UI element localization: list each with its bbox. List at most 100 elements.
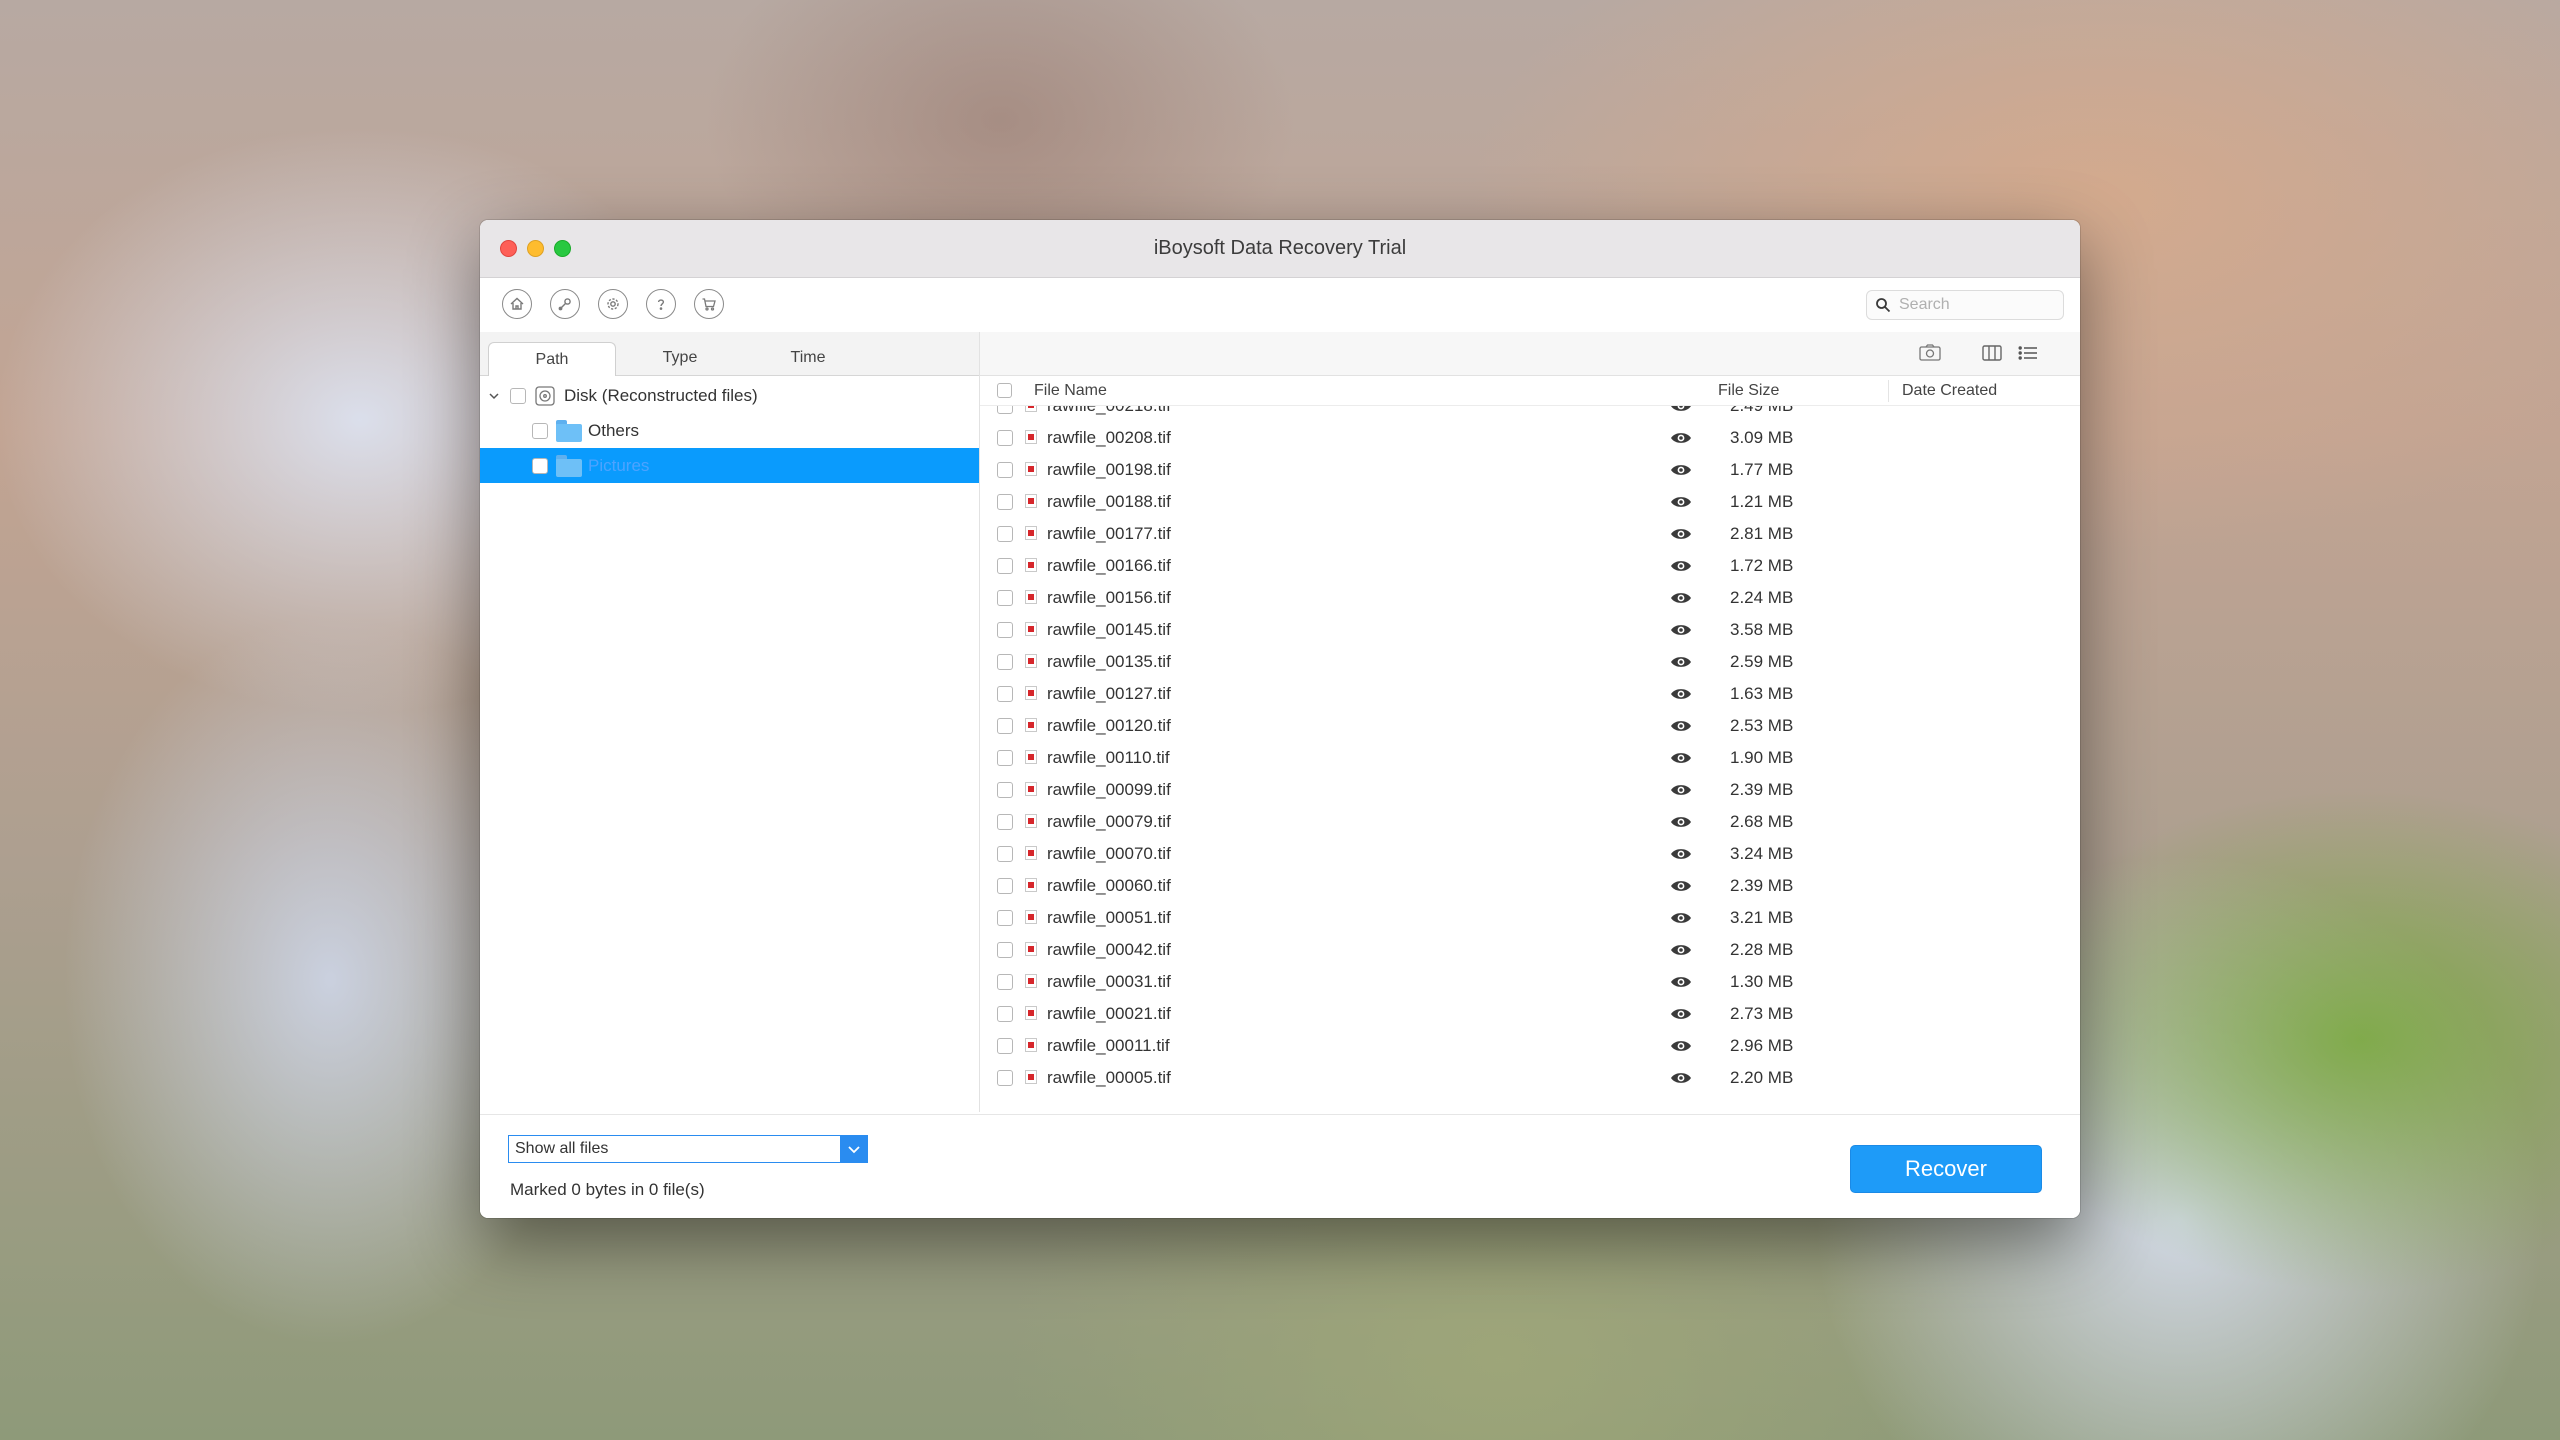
- file-checkbox[interactable]: [997, 910, 1013, 926]
- file-row[interactable]: rawfile_00198.tif 1.77 MB: [980, 454, 2080, 486]
- recover-button[interactable]: Recover: [1850, 1145, 2042, 1193]
- column-header-size[interactable]: File Size: [1718, 382, 1779, 400]
- marked-status: Marked 0 bytes in 0 file(s): [510, 1180, 705, 1199]
- eye-icon[interactable]: [1670, 559, 1692, 573]
- eye-icon[interactable]: [1670, 751, 1692, 765]
- search-input[interactable]: [1899, 296, 2049, 314]
- file-checkbox[interactable]: [997, 686, 1013, 702]
- column-header-name[interactable]: File Name: [1034, 382, 1107, 400]
- file-filter-select[interactable]: Show all files: [508, 1135, 868, 1163]
- file-row[interactable]: rawfile_00127.tif 1.63 MB: [980, 678, 2080, 710]
- file-row[interactable]: rawfile_00099.tif 2.39 MB: [980, 774, 2080, 806]
- file-size: 2.39 MB: [1730, 876, 1794, 895]
- eye-icon[interactable]: [1670, 431, 1692, 445]
- file-checkbox[interactable]: [997, 1038, 1013, 1054]
- file-row[interactable]: rawfile_00120.tif 2.53 MB: [980, 710, 2080, 742]
- file-checkbox[interactable]: [997, 750, 1013, 766]
- file-checkbox[interactable]: [997, 1070, 1013, 1086]
- file-checkbox[interactable]: [997, 558, 1013, 574]
- file-row[interactable]: rawfile_00070.tif 3.24 MB: [980, 838, 2080, 870]
- file-checkbox[interactable]: [997, 814, 1013, 830]
- column-view-icon[interactable]: [1980, 342, 2004, 364]
- file-row[interactable]: rawfile_00021.tif 2.73 MB: [980, 998, 2080, 1030]
- eye-icon[interactable]: [1670, 879, 1692, 893]
- camera-icon[interactable]: [1918, 342, 1942, 364]
- cart-button[interactable]: [694, 289, 724, 319]
- chevron-down-icon[interactable]: [488, 390, 500, 402]
- file-checkbox[interactable]: [997, 494, 1013, 510]
- select-all-checkbox[interactable]: [997, 383, 1012, 398]
- eye-icon[interactable]: [1670, 719, 1692, 733]
- file-checkbox[interactable]: [997, 878, 1013, 894]
- eye-icon[interactable]: [1670, 783, 1692, 797]
- file-row[interactable]: rawfile_00188.tif 1.21 MB: [980, 486, 2080, 518]
- file-row[interactable]: rawfile_00042.tif 2.28 MB: [980, 934, 2080, 966]
- file-row[interactable]: rawfile_00060.tif 2.39 MB: [980, 870, 2080, 902]
- folder-tree: Disk (Reconstructed files) Others Pictur…: [480, 376, 979, 483]
- eye-icon[interactable]: [1670, 495, 1692, 509]
- file-row[interactable]: rawfile_00051.tif 3.21 MB: [980, 902, 2080, 934]
- file-checkbox[interactable]: [997, 622, 1013, 638]
- eye-icon[interactable]: [1670, 1039, 1692, 1053]
- search-box[interactable]: [1866, 290, 2064, 320]
- tree-checkbox-disk[interactable]: [510, 387, 526, 404]
- eye-icon[interactable]: [1670, 815, 1692, 829]
- eye-icon[interactable]: [1670, 943, 1692, 957]
- tree-item-disk[interactable]: Disk (Reconstructed files): [480, 378, 979, 413]
- minimize-window-button[interactable]: [527, 240, 544, 257]
- eye-icon[interactable]: [1670, 527, 1692, 541]
- tree-checkbox-pictures[interactable]: [532, 457, 548, 474]
- eye-icon[interactable]: [1670, 623, 1692, 637]
- file-checkbox[interactable]: [997, 718, 1013, 734]
- file-row[interactable]: rawfile_00166.tif 1.72 MB: [980, 550, 2080, 582]
- file-checkbox[interactable]: [997, 654, 1013, 670]
- file-checkbox[interactable]: [997, 942, 1013, 958]
- file-checkbox[interactable]: [997, 462, 1013, 478]
- eye-icon[interactable]: [1670, 406, 1692, 413]
- dropdown-arrow[interactable]: [840, 1135, 868, 1163]
- tree-item-pictures[interactable]: Pictures: [480, 448, 979, 483]
- eye-icon[interactable]: [1670, 687, 1692, 701]
- tab-type[interactable]: Type: [616, 341, 744, 375]
- eye-icon[interactable]: [1670, 591, 1692, 605]
- eye-icon[interactable]: [1670, 655, 1692, 669]
- maximize-window-button[interactable]: [554, 240, 571, 257]
- file-checkbox[interactable]: [997, 974, 1013, 990]
- settings-button[interactable]: [598, 289, 628, 319]
- file-checkbox[interactable]: [997, 846, 1013, 862]
- file-row[interactable]: rawfile_00005.tif 2.20 MB: [980, 1062, 2080, 1094]
- eye-icon[interactable]: [1670, 847, 1692, 861]
- file-row[interactable]: rawfile_00177.tif 2.81 MB: [980, 518, 2080, 550]
- eye-icon[interactable]: [1670, 1007, 1692, 1021]
- file-row[interactable]: rawfile_00208.tif 3.09 MB: [980, 422, 2080, 454]
- help-button[interactable]: [646, 289, 676, 319]
- file-checkbox[interactable]: [997, 782, 1013, 798]
- footer-bar: Show all files Marked 0 bytes in 0 file(…: [480, 1114, 2080, 1218]
- tab-time[interactable]: Time: [744, 341, 872, 375]
- file-checkbox[interactable]: [997, 1006, 1013, 1022]
- file-row[interactable]: rawfile_00079.tif 2.68 MB: [980, 806, 2080, 838]
- file-row[interactable]: rawfile_00110.tif 1.90 MB: [980, 742, 2080, 774]
- file-row[interactable]: rawfile_00031.tif 1.30 MB: [980, 966, 2080, 998]
- tools-button[interactable]: [550, 289, 580, 319]
- close-window-button[interactable]: [500, 240, 517, 257]
- file-checkbox[interactable]: [997, 590, 1013, 606]
- file-row[interactable]: rawfile_00218.tif 2.49 MB: [980, 406, 2080, 422]
- tree-checkbox-others[interactable]: [532, 422, 548, 439]
- file-row[interactable]: rawfile_00011.tif 2.96 MB: [980, 1030, 2080, 1062]
- eye-icon[interactable]: [1670, 911, 1692, 925]
- file-checkbox[interactable]: [997, 406, 1013, 414]
- home-button[interactable]: [502, 289, 532, 319]
- eye-icon[interactable]: [1670, 1071, 1692, 1085]
- file-row[interactable]: rawfile_00156.tif 2.24 MB: [980, 582, 2080, 614]
- list-view-icon[interactable]: [2016, 342, 2040, 364]
- tree-item-others[interactable]: Others: [480, 413, 979, 448]
- tab-path[interactable]: Path: [488, 342, 616, 376]
- column-header-date[interactable]: Date Created: [1902, 382, 1997, 400]
- eye-icon[interactable]: [1670, 975, 1692, 989]
- file-row[interactable]: rawfile_00145.tif 3.58 MB: [980, 614, 2080, 646]
- file-row[interactable]: rawfile_00135.tif 2.59 MB: [980, 646, 2080, 678]
- file-checkbox[interactable]: [997, 430, 1013, 446]
- file-checkbox[interactable]: [997, 526, 1013, 542]
- eye-icon[interactable]: [1670, 463, 1692, 477]
